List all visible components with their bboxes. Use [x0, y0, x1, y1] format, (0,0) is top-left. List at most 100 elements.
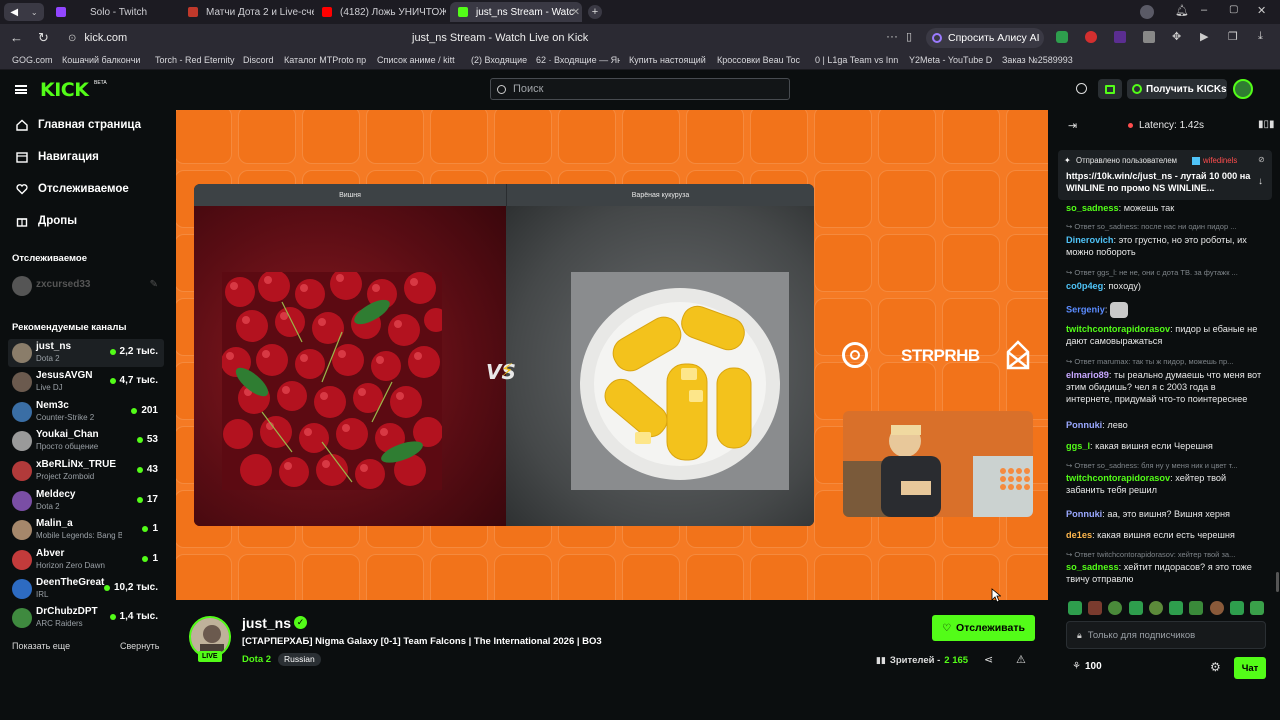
chat-username[interactable]: twitchcontorapidorasov: [1066, 324, 1170, 334]
chat-username[interactable]: Ponnuki: [1066, 509, 1102, 519]
chat-username[interactable]: so_sadness: [1066, 562, 1119, 572]
bookmark-item[interactable]: 0 | L1ga Team vs Inn: [815, 55, 899, 65]
show-more-link[interactable]: Показать еще: [12, 641, 70, 651]
download-icon[interactable]: ⤓: [1258, 30, 1263, 43]
get-kicks-button[interactable]: Получить KICKs: [1127, 79, 1227, 99]
chat-username[interactable]: so_sadness: [1066, 203, 1119, 213]
bookmark-item[interactable]: Кроссовки Beau Toc: [717, 55, 801, 65]
channel-points[interactable]: ⚘ 100: [1072, 661, 1102, 672]
follow-button[interactable]: ♡ Отслеживать: [932, 615, 1035, 641]
close-window-icon[interactable]: ✕: [1257, 4, 1266, 17]
hamburger-menu-icon[interactable]: [15, 85, 27, 94]
play-icon[interactable]: ▶: [1200, 30, 1208, 43]
bookmark-item[interactable]: Купить настоящий: [629, 55, 707, 65]
share-icon[interactable]: ⋖: [984, 653, 993, 666]
collapse-link[interactable]: Свернуть: [120, 641, 159, 651]
channel-item[interactable]: just_ns Dota 2 2,2 тыс.: [8, 339, 164, 367]
bookmark-item[interactable]: 62 · Входящие — Ян: [536, 55, 620, 65]
back-arrow-icon[interactable]: ←: [10, 30, 23, 45]
new-tab-button[interactable]: +: [588, 5, 602, 19]
channel-item[interactable]: Meldecy Dota 2 17: [8, 487, 164, 515]
search-input[interactable]: Поиск: [490, 78, 790, 100]
tab-kick-active[interactable]: just_ns Stream - Watc ✕: [450, 2, 582, 22]
minimize-icon[interactable]: –: [1201, 4, 1207, 16]
tab-matches[interactable]: Матчи Дота 2 и Live-сче: [188, 2, 314, 22]
bookmark-item[interactable]: Заказ №2589993: [1002, 55, 1082, 65]
extension-purple-icon[interactable]: [1114, 31, 1126, 43]
nav-following[interactable]: Отслеживаемое: [16, 183, 129, 195]
expand-pinned-icon[interactable]: ↓: [1258, 176, 1263, 187]
channel-item[interactable]: DeenTheGreat IRL 10,2 тыс.: [8, 575, 164, 603]
language-tag[interactable]: Russian: [278, 653, 321, 666]
emote-icon[interactable]: [1209, 601, 1224, 615]
more-dots-icon[interactable]: ···: [886, 29, 898, 43]
nav-home[interactable]: Главная страница: [16, 119, 141, 131]
emote-icon[interactable]: [1229, 601, 1244, 615]
video-player[interactable]: Вишня Варёная кукуруза VS ⚡︎ STRPRHB: [176, 110, 1048, 600]
bookmark-item[interactable]: GOG.com: [12, 55, 56, 65]
chat-username[interactable]: twitchcontorapidorasov: [1066, 473, 1170, 483]
chat-stats-icon[interactable]: ▮▯▮: [1258, 119, 1275, 130]
user-avatar[interactable]: [1233, 79, 1253, 99]
kick-logo[interactable]: KICK BETA: [40, 79, 107, 101]
emote-icon[interactable]: [1189, 601, 1204, 615]
close-tab-icon[interactable]: ✕: [572, 7, 580, 18]
nav-drops[interactable]: Дропы: [16, 215, 77, 227]
unpin-icon[interactable]: ⊘: [1258, 155, 1265, 164]
channel-item[interactable]: Youkai_Chan Просто общение 53: [8, 427, 164, 455]
profile-avatar[interactable]: [1140, 5, 1154, 19]
collapse-chat-icon[interactable]: ⇥: [1068, 119, 1077, 132]
browse-icon-button[interactable]: [1098, 79, 1122, 99]
channel-item[interactable]: xBeRLiNx_TRUE Project Zomboid 43: [8, 457, 164, 485]
puzzle-icon[interactable]: ✥: [1172, 30, 1181, 43]
emote-icon[interactable]: [1249, 601, 1264, 615]
streamer-name[interactable]: just_ns: [242, 615, 291, 631]
chat-scrollbar[interactable]: [1276, 572, 1279, 592]
chat-username[interactable]: elmario89: [1066, 370, 1109, 380]
channel-item[interactable]: JesusAVGN Live DJ 4,7 тыс.: [8, 368, 164, 396]
bookmark-item[interactable]: Каталог MTProto пр: [284, 55, 368, 65]
pinned-text[interactable]: https://10k.win/c/just_ns - лутай 10 000…: [1066, 170, 1256, 194]
bookmark-icon[interactable]: ▯: [906, 30, 912, 43]
extension-red-icon[interactable]: [1085, 31, 1097, 43]
tab-youtube[interactable]: (4182) Ложь УНИЧТОЖИ: [322, 2, 446, 22]
live-search-icon[interactable]: [1076, 83, 1087, 94]
bookmark-item[interactable]: Y2Meta - YouTube D: [909, 55, 993, 65]
nav-browse[interactable]: Навигация: [16, 151, 99, 163]
bookmark-item[interactable]: Кошачий балкончи: [62, 55, 144, 65]
emote-icon[interactable]: [1169, 601, 1184, 615]
channel-item[interactable]: Malin_a Mobile Legends: Bang Ba... 1: [8, 516, 164, 544]
chat-username[interactable]: co0p4eg: [1066, 281, 1103, 291]
collections-icon[interactable]: ❐: [1228, 30, 1238, 43]
chat-username[interactable]: Dinerovich: [1066, 235, 1113, 245]
chat-settings-icon[interactable]: ⚙︎: [1210, 660, 1221, 674]
emote-icon[interactable]: [1088, 601, 1103, 615]
send-chat-button[interactable]: Чат: [1234, 657, 1266, 679]
channel-item[interactable]: Abver Horizon Zero Dawn 1: [8, 546, 164, 574]
bell-icon[interactable]: 🔔︎: [1175, 4, 1189, 17]
bookmark-item[interactable]: Список аниме / kitt: [377, 55, 461, 65]
followed-channel[interactable]: zxcursed33 ✎: [8, 272, 164, 300]
chat-username[interactable]: de1es: [1066, 530, 1092, 540]
ask-alice-button[interactable]: Спросить Алису AI: [926, 28, 1044, 48]
extension-gray-icon[interactable]: [1143, 31, 1155, 43]
bookmark-item[interactable]: Discord: [243, 55, 277, 65]
chat-input[interactable]: 🔒︎ Только для подписчиков: [1066, 621, 1266, 649]
bookmark-item[interactable]: Torch - Red Eternity: [155, 55, 237, 65]
chat-username[interactable]: Sergeniy: [1066, 304, 1105, 314]
emote-icon[interactable]: [1128, 601, 1143, 615]
chat-username[interactable]: Ponnuki: [1066, 420, 1102, 430]
bookmark-item[interactable]: (2) Входящие: [471, 55, 529, 65]
tab-twitch[interactable]: Solo - Twitch: [56, 2, 176, 22]
emote-icon[interactable]: [1068, 601, 1082, 615]
emote-icon[interactable]: [1148, 601, 1163, 615]
report-icon[interactable]: ⚠︎: [1016, 653, 1026, 666]
emote-icon[interactable]: [1108, 601, 1123, 615]
site-info-icon[interactable]: ⊙: [68, 33, 76, 44]
channel-item[interactable]: DrChubzDPT ARC Raiders 1,4 тыс.: [8, 604, 164, 632]
chat-username[interactable]: ggs_l: [1066, 441, 1090, 451]
tab-controls[interactable]: ◀ ⌄: [4, 3, 44, 21]
maximize-icon[interactable]: ▢: [1229, 4, 1238, 15]
reload-icon[interactable]: ↻: [38, 30, 49, 46]
stream-category[interactable]: Dota 2: [242, 654, 271, 665]
